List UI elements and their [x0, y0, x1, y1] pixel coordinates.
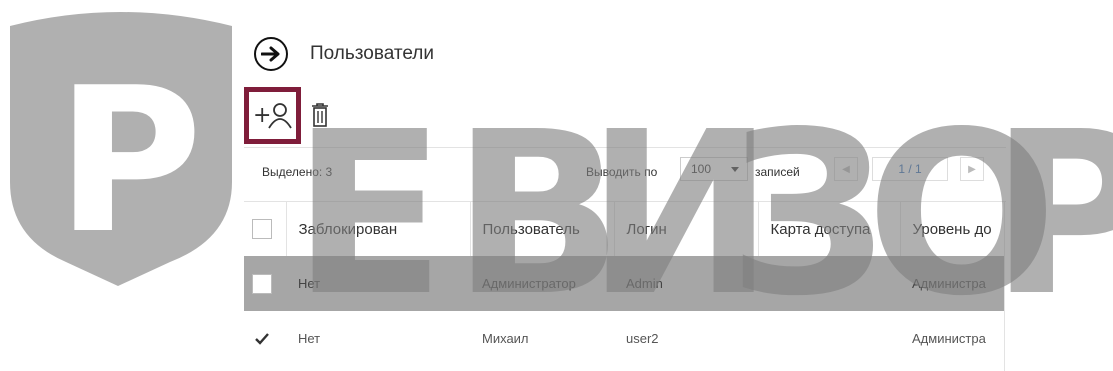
- per-page-select[interactable]: 100: [680, 157, 748, 181]
- page-indicator[interactable]: 1 / 1: [872, 157, 948, 181]
- table-row[interactable]: Нет Михаил user2 Администра: [244, 311, 1004, 366]
- selected-count: Выделено: 3: [262, 165, 333, 179]
- select-all-header: [244, 202, 286, 256]
- row-checkbox[interactable]: [252, 329, 272, 349]
- next-page-button[interactable]: ▶: [960, 157, 984, 181]
- chevron-left-icon: ◀: [842, 163, 850, 175]
- caret-down-icon: [731, 167, 739, 172]
- cell-user: Михаил: [482, 331, 529, 346]
- per-page-value: 100: [691, 162, 712, 176]
- watermark-letter-7: Р: [990, 84, 1113, 346]
- column-header-access-level[interactable]: Уровень до: [899, 202, 1004, 256]
- cell-access-card: [758, 311, 900, 366]
- plus-glyph: +: [253, 103, 271, 128]
- table-header-row: Заблокирован Пользователь Логин Карта до…: [244, 202, 1004, 256]
- arrow-right-icon: [261, 46, 280, 62]
- add-user-button[interactable]: +: [244, 86, 301, 144]
- add-user-icon: +: [253, 103, 292, 129]
- grid-right-border: [1004, 201, 1005, 371]
- select-all-checkbox[interactable]: [252, 219, 272, 239]
- cell-access-card: [758, 256, 900, 311]
- shield-logo-icon: [10, 12, 232, 286]
- cell-access-level: Администра: [900, 256, 1004, 311]
- chevron-right-icon: ▶: [968, 163, 976, 175]
- cell-login: user2: [626, 331, 659, 346]
- page-header: Пользователи: [254, 36, 434, 72]
- row-select-cell: [244, 256, 286, 311]
- cell-user: Администратор: [470, 256, 614, 311]
- cell-login: Admin: [614, 256, 758, 311]
- trash-icon: [312, 103, 328, 127]
- toolbar: +: [244, 86, 333, 144]
- cell-access-level: Администра: [912, 331, 986, 346]
- checkmark-icon: [255, 332, 269, 345]
- watermark-letter-1: Р: [56, 45, 203, 278]
- prev-page-button[interactable]: ◀: [834, 157, 858, 181]
- column-header-user[interactable]: Пользователь: [469, 202, 614, 256]
- back-button[interactable]: [254, 37, 288, 71]
- cell-blocked: Нет: [298, 331, 321, 346]
- records-label: записей: [755, 165, 800, 179]
- column-header-login[interactable]: Логин: [613, 202, 758, 256]
- grid-status-bar: Выделено: 3 Выводить по 100 записей ◀ 1 …: [244, 152, 1006, 192]
- table-row[interactable]: Нет Администратор Admin Администра: [244, 256, 1004, 311]
- row-checkbox[interactable]: [252, 273, 272, 294]
- users-table: Заблокирован Пользователь Логин Карта до…: [244, 202, 1004, 366]
- column-header-blocked[interactable]: Заблокирован: [285, 202, 470, 256]
- row-select-cell: [244, 311, 286, 366]
- cell-blocked: Нет: [286, 256, 470, 311]
- page-title: Пользователи: [310, 43, 435, 64]
- toolbar-divider: [244, 147, 1006, 148]
- per-page-label: Выводить по: [586, 165, 658, 179]
- column-header-access-card[interactable]: Карта доступа: [757, 202, 900, 256]
- users-panel: Пользователи + Выделено: 3 Выводить по 1…: [244, 28, 1006, 371]
- delete-button[interactable]: [307, 100, 333, 130]
